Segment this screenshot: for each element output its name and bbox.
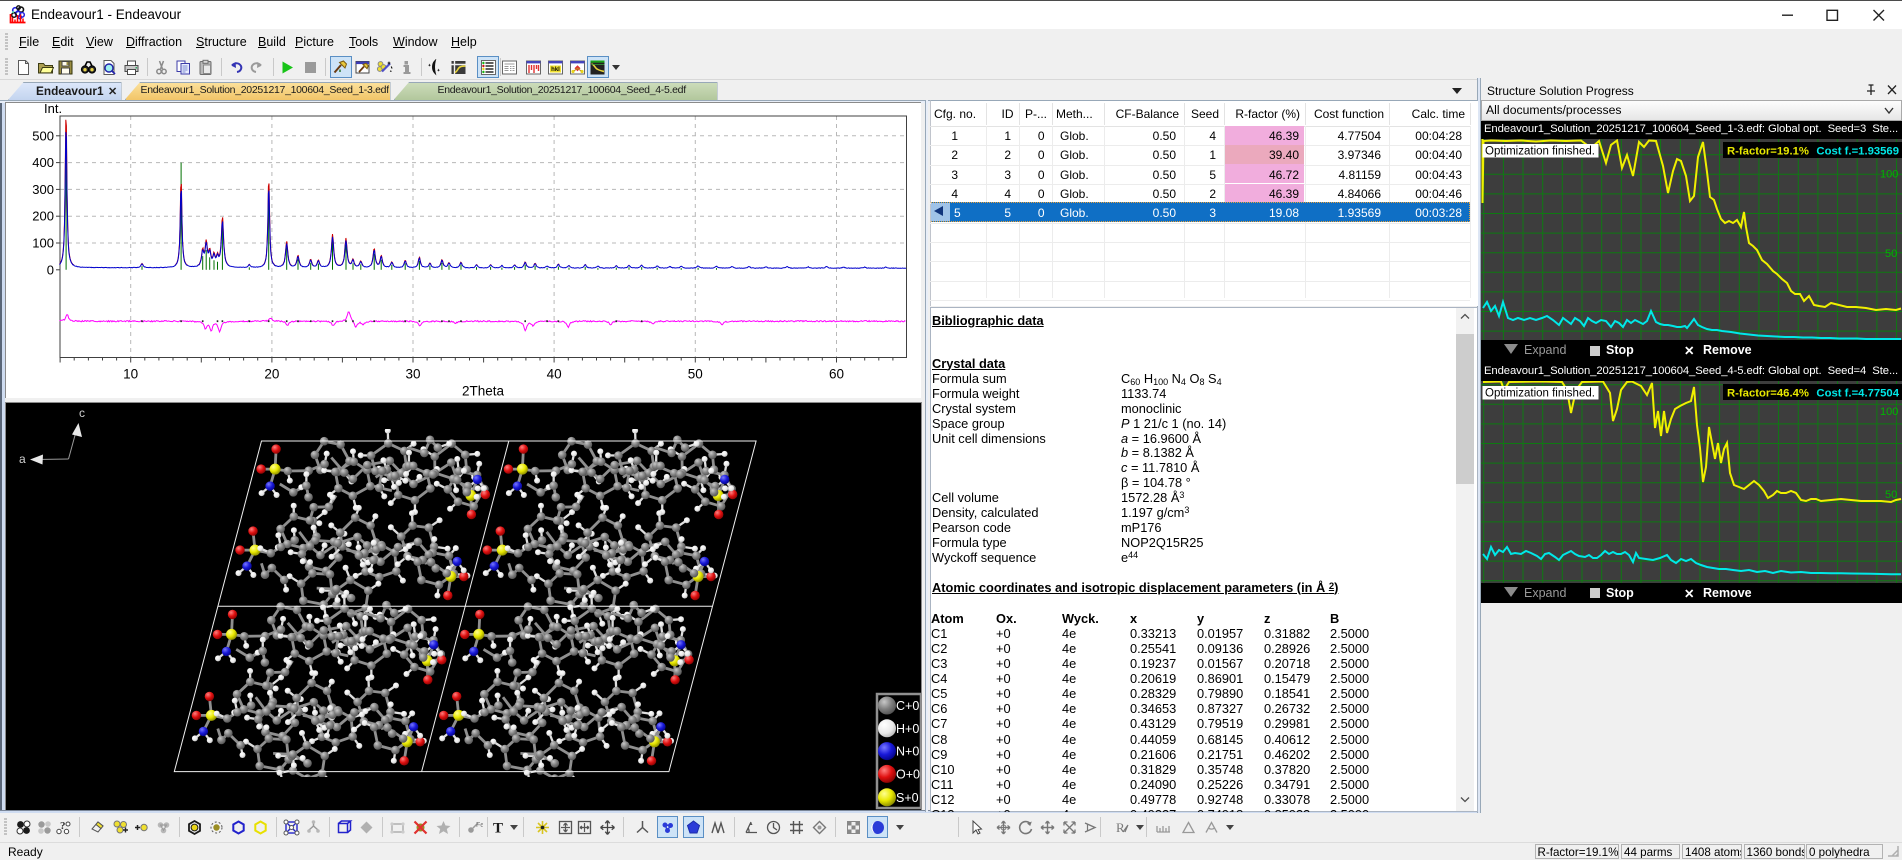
svg-text:Fe: Fe	[476, 822, 483, 829]
svg-text:Int.: Int.	[44, 103, 62, 116]
svg-text:hkl: hkl	[551, 67, 560, 73]
svg-text:a: a	[19, 452, 26, 466]
svg-text:2Theta: 2Theta	[461, 383, 504, 398]
svg-text:30: 30	[405, 366, 420, 381]
svg-text:10: 10	[123, 366, 138, 381]
svg-text:Optimization finished.: Optimization finished.	[1485, 145, 1595, 157]
svg-text:H+0: H+0	[896, 721, 919, 735]
svg-text:40: 40	[546, 366, 561, 381]
svg-text:R: R	[1116, 820, 1125, 835]
svg-text:N+0: N+0	[896, 744, 919, 758]
svg-text:0: 0	[46, 262, 53, 277]
svg-text:c: c	[79, 406, 85, 420]
svg-text:50: 50	[687, 366, 702, 381]
svg-text:Optimization finished.: Optimization finished.	[1485, 387, 1595, 399]
svg-text:C+0: C+0	[896, 699, 919, 713]
svg-text:100: 100	[32, 235, 54, 250]
svg-text:Cost f.=1.93569: Cost f.=1.93569	[1816, 145, 1899, 157]
svg-text:500: 500	[32, 128, 54, 143]
svg-text:S+0: S+0	[896, 790, 919, 804]
svg-text:50: 50	[1885, 248, 1897, 260]
svg-text:400: 400	[32, 155, 54, 170]
svg-text:20: 20	[264, 366, 279, 381]
svg-text:100: 100	[1880, 406, 1898, 418]
svg-text:O+0: O+0	[896, 767, 920, 781]
svg-text:R-factor=19.1%: R-factor=19.1%	[1727, 145, 1809, 157]
svg-text:Cost f.=4.77504: Cost f.=4.77504	[1816, 387, 1899, 399]
svg-text:100: 100	[1880, 168, 1898, 180]
svg-text:300: 300	[32, 181, 54, 196]
svg-text:T: T	[493, 821, 503, 837]
svg-text:R-factor=46.4%: R-factor=46.4%	[1727, 387, 1809, 399]
svg-text:200: 200	[32, 208, 54, 223]
svg-text:60: 60	[828, 366, 843, 381]
